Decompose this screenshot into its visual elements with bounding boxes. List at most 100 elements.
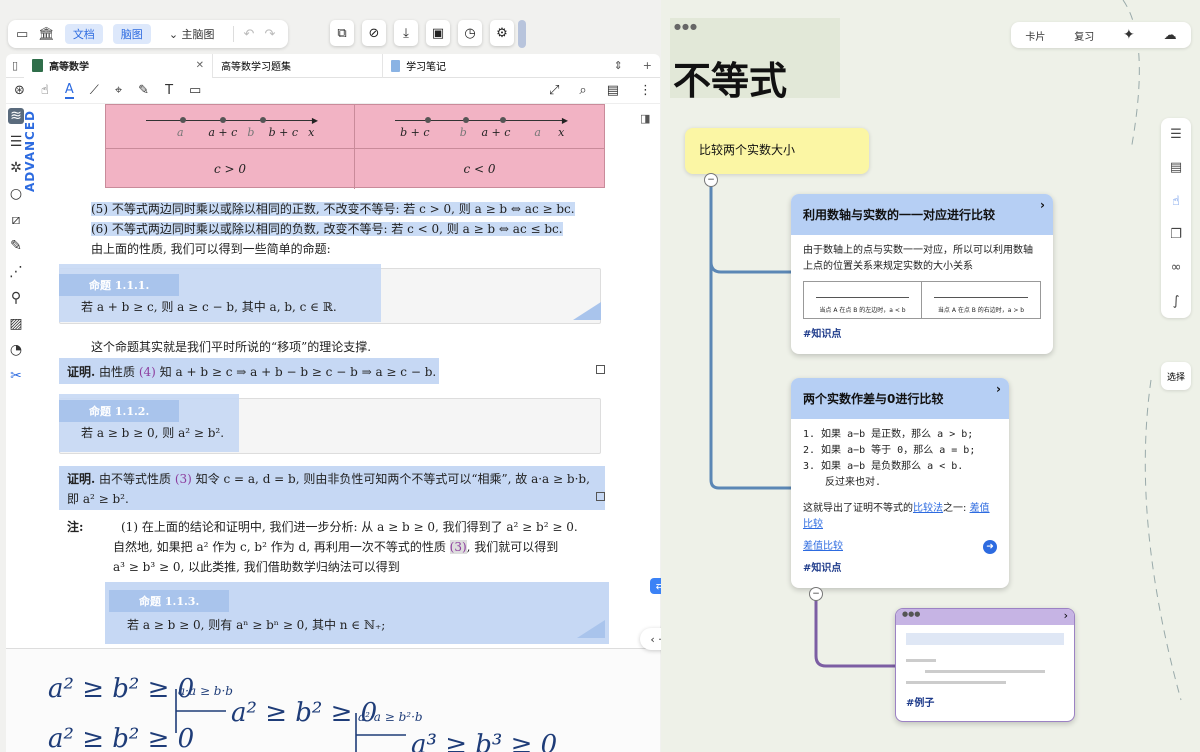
outline-icon[interactable]: ☰: [1170, 127, 1182, 142]
tab-exercises[interactable]: 高等数学习题集: [212, 53, 382, 78]
review-button[interactable]: 复习: [1074, 28, 1094, 43]
handwritten-line: a² ≥ b² ≥ 0: [48, 674, 194, 704]
sparkle-icon[interactable]: ✦: [1123, 27, 1135, 43]
handwritten-note: a²·a ≥ b²·b: [358, 710, 423, 724]
pen-icon[interactable]: ✎: [138, 83, 149, 98]
copy-icon[interactable]: ❐: [1170, 227, 1182, 242]
tag-label[interactable]: #知识点: [803, 327, 1041, 343]
settings-icon[interactable]: ⚙: [490, 20, 514, 46]
save-icon[interactable]: ▤: [607, 83, 619, 98]
window-dots-icon: ●●●: [902, 610, 921, 618]
pin-icon[interactable]: ⚲: [11, 290, 21, 306]
card-button[interactable]: 卡片: [1025, 28, 1045, 43]
tick-label: b: [459, 126, 467, 139]
close-icon[interactable]: ✕: [196, 60, 204, 71]
image-icon[interactable]: ▣: [426, 20, 450, 46]
tab-document[interactable]: 文档: [64, 24, 103, 44]
property-6[interactable]: (6) 不等式两边同时乘以或除以相同的负数, 改变不等号: 若 c < 0, 则…: [91, 222, 563, 236]
property-ref[interactable]: (3): [175, 472, 192, 486]
qed-square: [596, 492, 605, 501]
note-icon: [391, 59, 401, 72]
link-icon[interactable]: ∞: [1171, 260, 1182, 275]
example-node[interactable]: ●●● › #例子: [895, 608, 1075, 722]
list-icon[interactable]: ☰: [10, 134, 23, 150]
chevron-right-icon[interactable]: ›: [1064, 609, 1068, 622]
graph-icon[interactable]: ⋰: [9, 264, 23, 280]
edit-icon[interactable]: ⧄: [12, 212, 21, 228]
tools-icon[interactable]: ✂: [10, 368, 22, 384]
collapse-toggle[interactable]: −: [809, 587, 823, 601]
tab-advanced-math[interactable]: 高等数学 ✕: [24, 53, 213, 78]
pencil-icon[interactable]: ✎: [10, 238, 22, 254]
history-icon[interactable]: ◷: [458, 20, 482, 46]
example-snippet: #例子: [896, 625, 1074, 717]
circle-icon[interactable]: ○: [10, 186, 22, 202]
more-icon[interactable]: ⋮: [639, 83, 652, 98]
timer-icon[interactable]: ◔: [10, 342, 22, 358]
property-5[interactable]: (5) 不等式两边同时乘以或除以相同的正数, 不改变不等号: 若 c > 0, …: [91, 202, 575, 216]
corner-marker: [577, 620, 605, 638]
search-icon[interactable]: ⌕: [579, 83, 586, 98]
root-node[interactable]: 比较两个实数大小: [685, 128, 869, 174]
image-capture-icon[interactable]: ▭: [189, 83, 201, 98]
layout-icon[interactable]: ▤: [1170, 160, 1182, 175]
knowledge-node[interactable]: 两个实数作差与0进行比较 › 1. 如果 a−b 是正数，那么 a > b; 2…: [791, 378, 1009, 588]
shape-icon[interactable]: ⟋: [90, 83, 99, 98]
mindmap-title[interactable]: 不等式: [673, 50, 787, 105]
number-line-point: [260, 117, 267, 123]
library-icon[interactable]: 🏛: [38, 27, 55, 42]
chevron-right-icon[interactable]: ›: [1040, 198, 1045, 212]
window-dots-icon[interactable]: ●●●: [674, 22, 698, 31]
note-label: 注:: [67, 520, 84, 534]
layers-icon[interactable]: ≋: [8, 108, 24, 124]
hand-icon[interactable]: ☝: [41, 83, 49, 98]
area-select-icon[interactable]: ⌖: [115, 83, 122, 98]
tick-label: x: [558, 126, 565, 139]
main-mindmap-select[interactable]: ⌄ 主脑图: [161, 24, 223, 44]
proposition-title: 命题 1.1.1.: [59, 274, 180, 296]
cloud-icon[interactable]: ☁: [1164, 28, 1177, 43]
fullscreen-icon[interactable]: ⤢: [549, 83, 559, 98]
textbox-icon[interactable]: T: [165, 83, 173, 98]
method-link[interactable]: 比较法: [913, 503, 943, 514]
download-icon[interactable]: ⤓: [394, 20, 418, 46]
arrow-right-icon[interactable]: ➜: [983, 540, 997, 554]
text-highlight-icon[interactable]: A: [64, 82, 74, 99]
gallery-icon[interactable]: ▨: [9, 316, 22, 332]
scroll-handle[interactable]: [518, 20, 526, 48]
undo-icon[interactable]: ↶: [244, 27, 255, 42]
curve-icon[interactable]: ∫: [1173, 294, 1180, 309]
redo-icon[interactable]: ↷: [264, 27, 275, 42]
add-tab-icon[interactable]: +: [643, 59, 652, 72]
tab-switch-icon[interactable]: ⇕: [614, 59, 623, 72]
move-note: 这个命题其实就是我们平时所说的“移项”的理论支撑.: [91, 340, 372, 354]
select-button[interactable]: 选择: [1161, 362, 1191, 390]
pointer-icon[interactable]: ☝: [1172, 194, 1180, 209]
knowledge-node[interactable]: 利用数轴与实数的一一对应进行比较 › 由于数轴上的点与实数一一对应，所以可以利用…: [791, 194, 1053, 354]
proposition-title: 命题 1.1.2.: [59, 400, 180, 422]
chevron-right-icon[interactable]: ›: [996, 382, 1001, 396]
tick-label: a + c: [481, 126, 511, 139]
tab-mindmap[interactable]: 脑图: [112, 24, 151, 44]
tab-notes[interactable]: 学习笔记: [382, 53, 582, 78]
sidebar-toggle-icon[interactable]: ▭: [16, 27, 28, 42]
link-icon[interactable]: ⊛: [14, 83, 25, 98]
qed-square: [596, 365, 605, 374]
connector: [709, 261, 791, 274]
panel-toggle-icon[interactable]: ◨: [640, 112, 650, 125]
tag-label[interactable]: #知识点: [803, 561, 997, 577]
split-view-icon[interactable]: ⧉: [330, 20, 354, 46]
panel-icon[interactable]: ▯: [6, 59, 24, 72]
node-body: 1. 如果 a−b 是正数，那么 a > b; 2. 如果 a−b 等于 0，那…: [791, 419, 1009, 585]
proof-1: 证明. 由性质 (4) 知 a + b ≥ c ⇒ a + b − b ≥ c …: [67, 363, 436, 380]
property-ref[interactable]: (4): [139, 365, 156, 379]
tag-label[interactable]: #例子: [906, 694, 1064, 709]
collapse-toggle[interactable]: −: [704, 173, 718, 187]
proposition-title: 命题 1.1.3.: [109, 590, 230, 612]
handwriting-canvas[interactable]: a² ≥ b² ≥ 0 a² ≥ b² ≥ 0 a·a ≥ b·b a² ≥ b…: [6, 648, 660, 752]
gear-icon[interactable]: ✲: [10, 160, 22, 176]
hide-icon[interactable]: ⊘: [362, 20, 386, 46]
property-ref[interactable]: (3): [449, 540, 467, 554]
difference-compare-link[interactable]: 差值比较: [803, 539, 843, 555]
advanced-label: ADVANCED: [23, 110, 37, 193]
